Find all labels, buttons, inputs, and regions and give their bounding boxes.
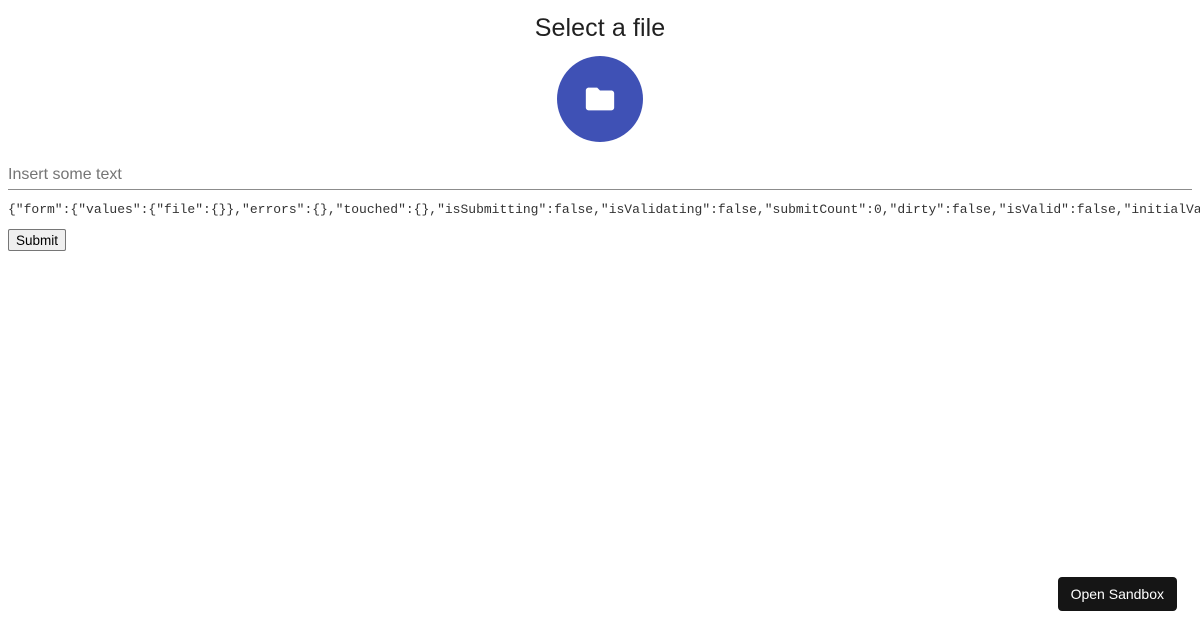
open-sandbox-button[interactable]: Open Sandbox — [1057, 577, 1177, 611]
page: Select a file {"form":{"values":{"file":… — [0, 0, 1200, 630]
folder-icon — [585, 87, 615, 111]
form-state-dump: {"form":{"values":{"file":{}},"errors":{… — [8, 202, 1200, 217]
page-title: Select a file — [534, 14, 666, 42]
text-input[interactable] — [8, 160, 1192, 190]
submit-button[interactable]: Submit — [8, 229, 67, 251]
file-select-button[interactable] — [557, 56, 643, 142]
